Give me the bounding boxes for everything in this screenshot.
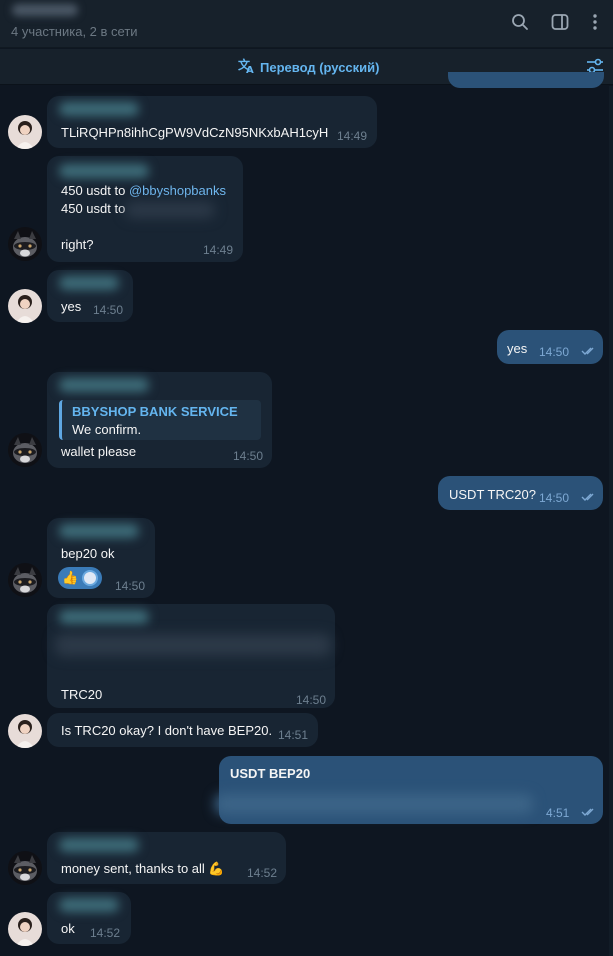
message-text: money sent, thanks to all 💪 [61, 861, 225, 876]
thumbs-up-icon: 👍 [62, 570, 79, 585]
avatar-girl[interactable] [8, 912, 42, 946]
message-time: 14:52 [90, 926, 121, 940]
svg-text:A: A [246, 65, 254, 74]
message-text: USDT TRC20? [449, 487, 536, 502]
outgoing-message-bubble[interactable]: USDT BEP20 4:51 [215, 756, 603, 824]
message-bubble[interactable]: bep20 ok 👍 14:50 [47, 518, 155, 598]
message-time: 4:51 [546, 806, 570, 820]
avatar-girl[interactable] [8, 714, 42, 748]
avatar-girl[interactable] [8, 289, 42, 323]
avatar-raccoon[interactable] [8, 851, 42, 885]
message-bubble[interactable]: Is TRC20 okay? I don't have BEP20. 14:51 [47, 713, 318, 747]
message-line: 450 usdt to @bbyshopbanks [61, 183, 226, 198]
message-time: 14:50 [539, 491, 570, 505]
message-bubble[interactable]: TLiRQHPn8ihhCgPW9VdCzN95NKxbAH1cyH 14:49 [47, 96, 377, 148]
message-time: 14:50 [233, 449, 264, 463]
message-time: 14:50 [539, 345, 570, 359]
outgoing-message-bubble[interactable]: USDT TRC20? 14:50 [438, 476, 603, 510]
translate-icon: 文A [238, 57, 256, 77]
read-checkmarks-icon [581, 808, 594, 816]
message-time: 14:50 [93, 303, 124, 317]
chat-scrollbar[interactable] [609, 86, 613, 956]
message-text: yes [507, 341, 528, 356]
message-text: bep20 ok [61, 546, 115, 561]
quote-sender: BBYSHOP BANK SERVICE [72, 404, 238, 419]
redacted-text [125, 202, 215, 218]
translate-button[interactable]: 文A Перевод (русский) [238, 57, 380, 77]
message-bubble[interactable]: BBYSHOP BANK SERVICE We confirm. wallet … [47, 372, 272, 468]
chat-header: 4 участника, 2 в сети [0, 0, 613, 48]
more-icon[interactable] [584, 11, 606, 33]
message-text: yes [61, 299, 82, 314]
search-icon[interactable] [509, 11, 531, 33]
message-bubble[interactable]: money sent, thanks to all 💪 14:52 [47, 832, 286, 884]
message-text: TRC20 [61, 687, 103, 702]
reaction-chip[interactable]: 👍 [58, 567, 102, 589]
side-panel-icon[interactable] [549, 11, 571, 33]
chat-subtitle: 4 участника, 2 в сети [11, 24, 138, 39]
read-checkmarks-icon [581, 493, 594, 501]
message-time: 14:50 [296, 693, 327, 707]
message-time: 14:49 [203, 243, 234, 257]
avatar-raccoon[interactable] [8, 433, 42, 467]
message-bubble[interactable]: ok 14:52 [47, 892, 131, 944]
sender-name-redacted [59, 610, 149, 624]
quote-text: We confirm. [72, 422, 142, 437]
sender-name-redacted [59, 898, 119, 912]
avatar-raccoon[interactable] [8, 563, 42, 597]
message-text: ok [61, 921, 75, 936]
chat-title-redacted[interactable] [12, 4, 78, 16]
redacted-text [55, 634, 331, 656]
outgoing-message-partial[interactable] [448, 72, 604, 88]
message-time: 14:52 [247, 866, 278, 880]
sender-name-redacted [59, 102, 139, 116]
avatar-girl[interactable] [8, 115, 42, 149]
translate-label: Перевод (русский) [260, 60, 380, 75]
sender-name-redacted [59, 378, 149, 392]
sender-name-redacted [59, 524, 139, 538]
outgoing-message-bubble[interactable]: yes 14:50 [497, 330, 603, 364]
sender-name-redacted [59, 164, 149, 178]
avatar-raccoon[interactable] [8, 227, 42, 261]
message-line: right? [61, 237, 94, 252]
message-text: USDT BEP20 [230, 766, 311, 781]
read-checkmarks-icon [581, 347, 594, 355]
message-time: 14:51 [278, 728, 309, 742]
reply-quote[interactable]: BBYSHOP BANK SERVICE We confirm. [59, 400, 261, 440]
message-time: 14:49 [337, 129, 368, 143]
message-time: 14:50 [115, 579, 146, 593]
message-bubble[interactable]: TRC20 14:50 [47, 604, 335, 708]
message-bubble[interactable]: 450 usdt to @bbyshopbanks 450 usdt to ri… [47, 156, 243, 262]
message-text: Is TRC20 okay? I don't have BEP20. [61, 723, 273, 738]
message-bubble[interactable]: yes 14:50 [47, 270, 133, 322]
sender-name-redacted [59, 276, 119, 290]
sender-name-redacted [59, 838, 139, 852]
username-link[interactable]: @bbyshopbanks [129, 183, 226, 198]
message-text: TLiRQHPn8ihhCgPW9VdCzN95NKxbAH1cyH [61, 125, 329, 140]
message-text: wallet please [61, 444, 137, 459]
message-line: 450 usdt to [61, 201, 126, 216]
redacted-text [215, 794, 533, 814]
reaction-avatar [82, 570, 99, 586]
